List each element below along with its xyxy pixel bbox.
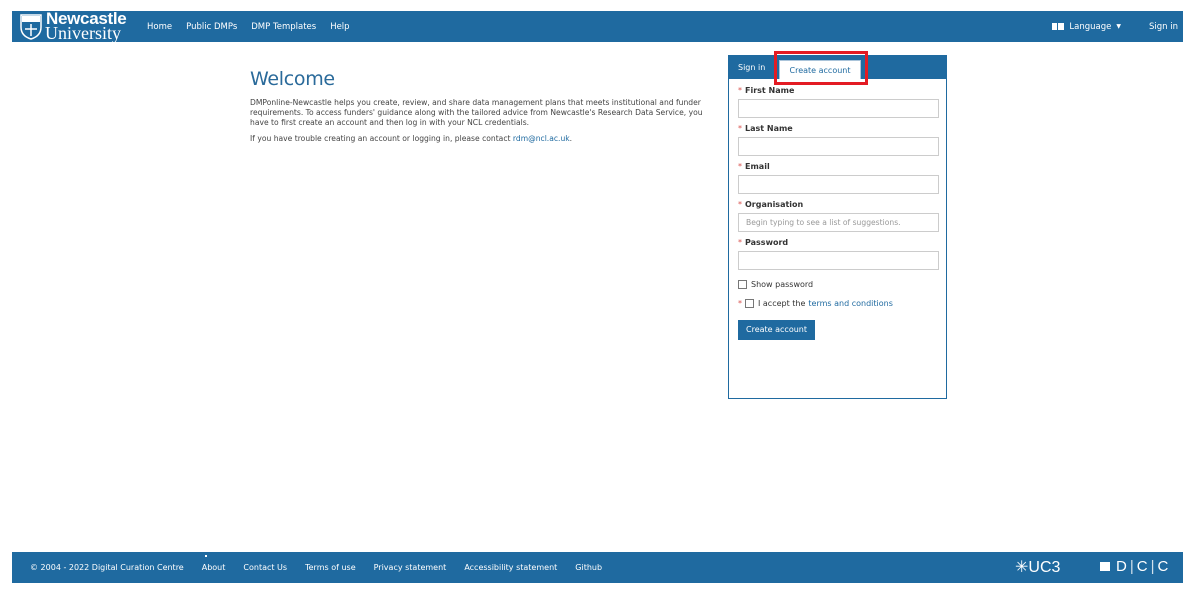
required-marker: * <box>738 162 742 171</box>
last-name-input[interactable] <box>738 137 939 156</box>
welcome-section: Welcome DMPonline-Newcastle helps you cr… <box>250 68 710 150</box>
dcc-separator: | <box>1129 558 1134 575</box>
password-field-group: * Password <box>738 238 939 270</box>
required-marker: * <box>738 238 742 247</box>
right-nav: Language ▼ Sign in <box>1052 11 1183 42</box>
first-name-input[interactable] <box>738 99 939 118</box>
caret-down-icon: ▼ <box>1116 23 1121 30</box>
footer-link-privacy[interactable]: Privacy statement <box>374 563 447 572</box>
highlight-box <box>774 51 868 85</box>
tab-sign-in[interactable]: Sign in <box>738 63 765 72</box>
dcc-letter-c2: C <box>1157 558 1169 575</box>
accept-terms-label: I accept the <box>758 299 806 308</box>
uc3-logo[interactable]: ✳UC3 <box>1015 557 1060 577</box>
footer-link-accessibility[interactable]: Accessibility statement <box>464 563 557 572</box>
required-marker: * <box>738 86 742 95</box>
uc3-asterisk-icon: ✳ <box>1015 559 1029 576</box>
footer-link-contact[interactable]: Contact Us <box>243 563 287 572</box>
contact-suffix: . <box>569 134 573 143</box>
newcastle-university-logo[interactable]: Newcastle University <box>19 9 139 43</box>
accept-terms-checkbox[interactable] <box>745 299 754 308</box>
show-password-checkbox[interactable] <box>738 280 747 289</box>
organisation-input[interactable]: Begin typing to see a list of suggestion… <box>738 213 939 232</box>
required-marker: * <box>738 124 742 133</box>
password-input[interactable] <box>738 251 939 270</box>
dcc-letter-c1: C <box>1136 558 1148 575</box>
terms-and-conditions-link[interactable]: terms and conditions <box>808 299 892 308</box>
footer-link-github[interactable]: Github <box>575 563 602 572</box>
language-icon <box>1052 23 1065 30</box>
last-name-label: * Last Name <box>738 124 793 133</box>
university-crest-icon <box>20 14 42 40</box>
password-label: * Password <box>738 238 789 247</box>
contact-email-link[interactable]: rdm@ncl.ac.uk <box>513 134 570 143</box>
nav-public-dmps[interactable]: Public DMPs <box>186 22 237 32</box>
create-account-button[interactable]: Create account <box>738 320 815 340</box>
dcc-logo[interactable]: D | C | C <box>1100 558 1168 575</box>
header-signin-link[interactable]: Sign in <box>1149 22 1178 32</box>
email-input[interactable] <box>738 175 939 194</box>
show-password-row: Show password <box>738 280 937 289</box>
language-dropdown[interactable]: Language ▼ <box>1052 22 1121 32</box>
accept-terms-row: * I accept the terms and conditions <box>738 299 937 308</box>
account-panel: Sign in Create account * First Name * Last… <box>728 55 947 399</box>
first-name-label: * First Name <box>738 86 795 95</box>
page-title: Welcome <box>250 68 335 90</box>
organisation-label: * Organisation <box>738 200 804 209</box>
main-nav: Home Public DMPs DMP Templates Help <box>147 11 364 42</box>
show-password-label: Show password <box>751 280 814 289</box>
copyright-text: © 2004 - 2022 Digital Curation Centre <box>30 563 184 572</box>
language-label: Language <box>1069 21 1112 32</box>
dcc-letter-d: D <box>1116 558 1127 575</box>
footer-links: © 2004 - 2022 Digital Curation Centre Ab… <box>30 552 620 583</box>
nav-home[interactable]: Home <box>147 22 172 32</box>
logo-text-university: University <box>45 23 121 43</box>
footer: © 2004 - 2022 Digital Curation Centre Ab… <box>12 552 1183 583</box>
email-field-group: * Email <box>738 162 939 194</box>
footer-link-terms[interactable]: Terms of use <box>305 563 356 572</box>
first-name-field-group: * First Name <box>738 86 939 118</box>
welcome-paragraph: DMPonline-Newcastle helps you create, re… <box>250 98 703 127</box>
top-navbar: Newcastle University Home Public DMPs DM… <box>12 9 1183 43</box>
uc3-text: UC3 <box>1028 559 1061 576</box>
contact-paragraph: If you have trouble creating an account … <box>250 134 710 144</box>
last-name-field-group: * Last Name <box>738 124 939 156</box>
dcc-squares-icon <box>1100 562 1110 571</box>
create-account-form: * First Name * Last Name * Email * Organisat… <box>729 79 946 340</box>
footer-link-about[interactable]: About <box>202 563 226 572</box>
organisation-field-group: * Organisation Begin typing to see a list… <box>738 200 939 232</box>
contact-text: If you have trouble creating an account … <box>250 134 513 143</box>
required-marker: * <box>738 299 742 308</box>
email-label: * Email <box>738 162 770 171</box>
dcc-separator: | <box>1150 558 1155 575</box>
required-marker: * <box>738 200 742 209</box>
nav-dmp-templates[interactable]: DMP Templates <box>251 22 316 32</box>
nav-help[interactable]: Help <box>330 22 349 32</box>
